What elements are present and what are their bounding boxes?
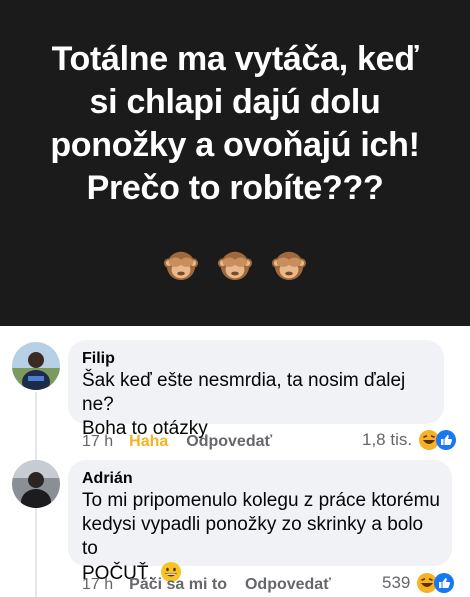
comment-time[interactable]: 17 h: [82, 432, 113, 452]
like-reaction-icon: [434, 573, 455, 593]
post-text-line: ponožky a ovoňajú ich!: [50, 126, 420, 164]
avatar[interactable]: [12, 342, 60, 390]
comment-text-line: kedysi vypadli ponožky zo skrinky a bolo…: [82, 514, 424, 559]
reaction-summary[interactable]: 1,8 tis.: [362, 429, 457, 451]
avatar-photo: [12, 342, 60, 390]
comment-text-line: Šak keď ešte nesmrdia, ta nosim ďalej ne…: [82, 370, 406, 415]
reaction-count: 1,8 tis.: [362, 430, 413, 449]
comment-text-line: To mi pripomenulo kolegu z práce ktorému: [82, 490, 441, 511]
post-text-line: si chlapi dajú dolu: [89, 83, 381, 121]
comment-time[interactable]: 17 h: [82, 575, 113, 595]
comment-bubble[interactable]: Filip Šak keď ešte nesmrdia, ta nosim ďa…: [68, 340, 444, 439]
reaction-button[interactable]: Haha: [129, 432, 168, 452]
comment-bubble[interactable]: Adrián To mi pripomenulo kolegu z práce …: [68, 460, 452, 584]
post-text-line: Totálne ma vytáča, keď: [51, 40, 419, 78]
comment-actions: 17 h Haha Odpovedať: [82, 432, 290, 452]
comment-author[interactable]: Adrián: [82, 469, 440, 489]
like-button[interactable]: Páči sa mi to: [129, 575, 227, 595]
reply-button[interactable]: Odpovedať: [245, 575, 331, 595]
post-image[interactable]: Totálne ma vytáča, keď si chlapi dajú do…: [0, 0, 470, 326]
see-no-evil-monkey-icon: [164, 251, 199, 280]
reply-button[interactable]: Odpovedať: [186, 432, 272, 452]
avatar-photo: [12, 460, 60, 508]
avatar[interactable]: [12, 460, 60, 508]
post-text: Totálne ma vytáča, keď si chlapi dajú do…: [20, 38, 450, 210]
post-text-line: Prečo to robíte???: [86, 169, 384, 207]
see-no-evil-monkey-icon: [271, 251, 306, 280]
see-no-evil-monkey-icon: [218, 251, 252, 280]
post-emoji-row: [0, 244, 470, 284]
comment-author[interactable]: Filip: [82, 349, 432, 369]
like-reaction-icon: [436, 430, 457, 450]
comment-actions: 17 h Páči sa mi to Odpovedať: [82, 575, 349, 595]
reaction-count: 539: [382, 573, 411, 592]
reaction-summary[interactable]: 539: [382, 572, 455, 594]
